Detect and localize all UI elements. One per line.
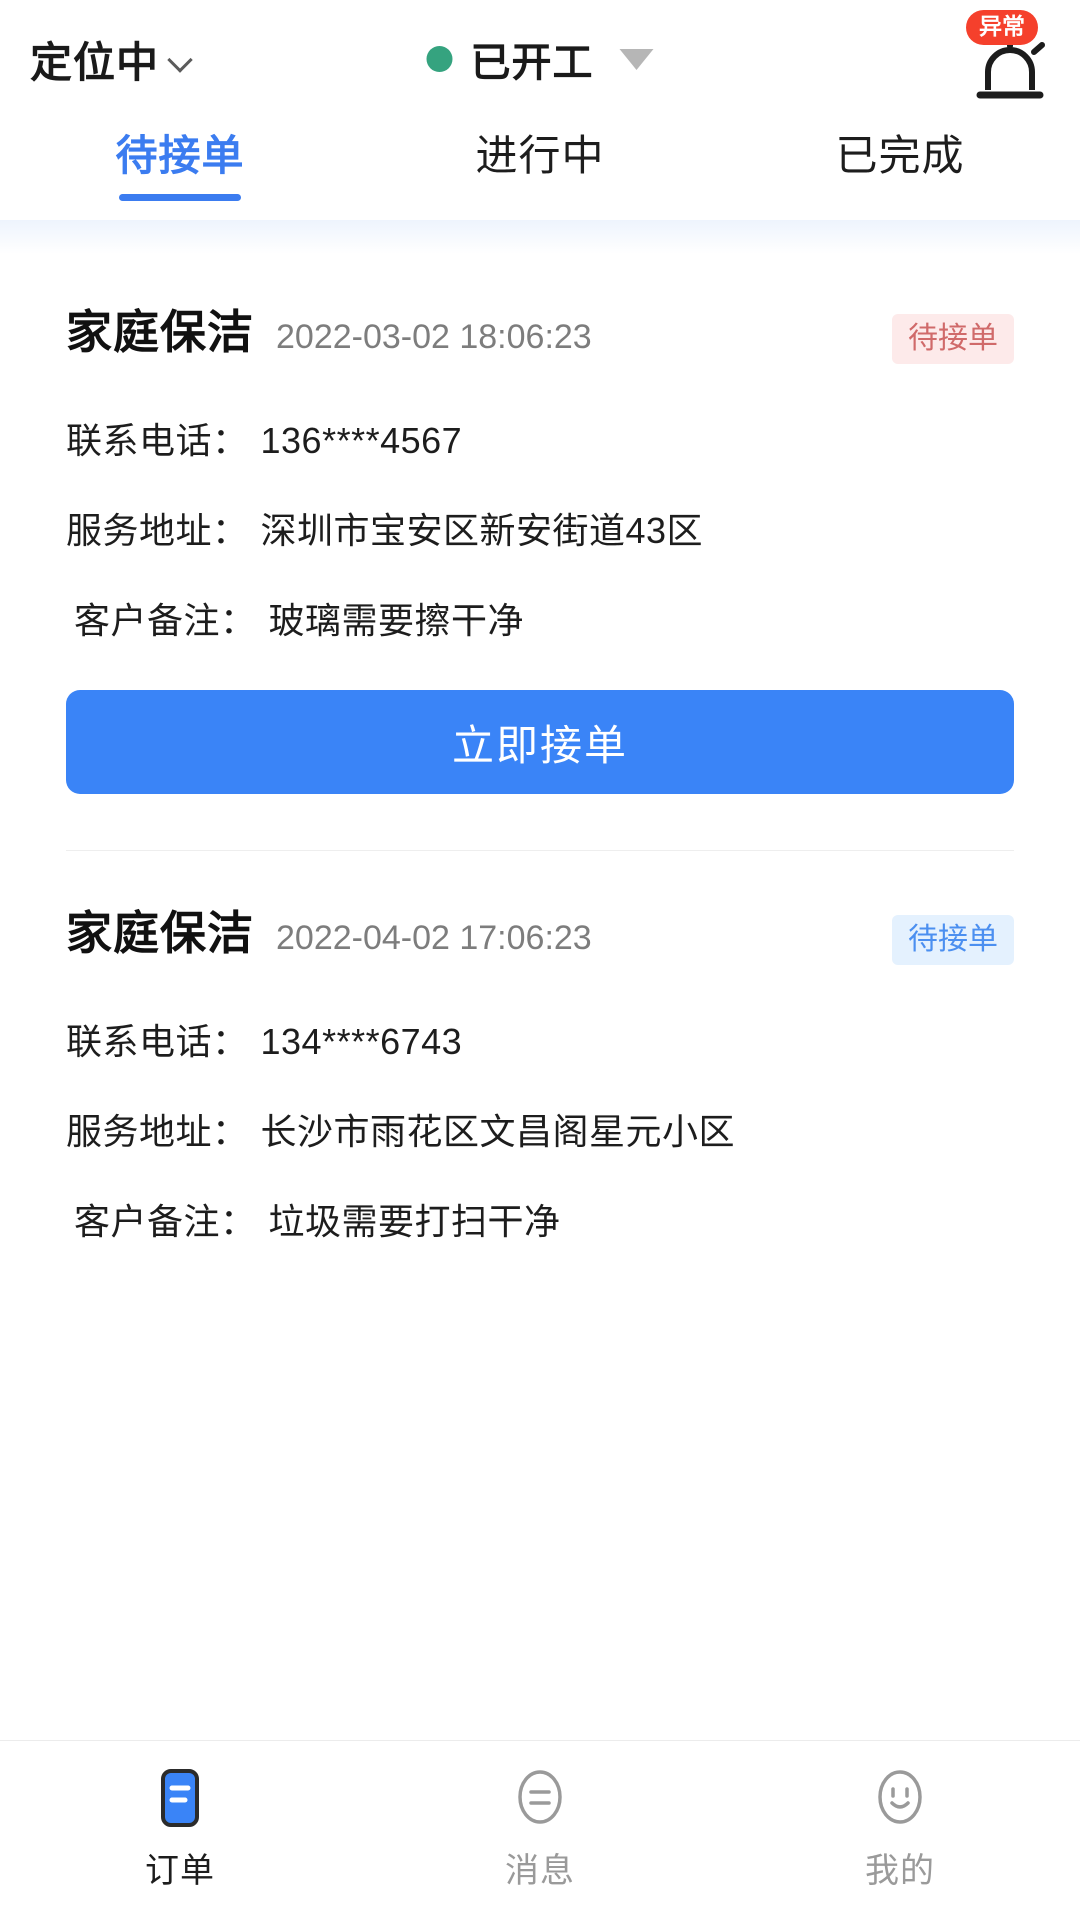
- order-phone-label: 联系电话：: [66, 1021, 249, 1062]
- order-time: 2022-04-02 17:06:23: [276, 919, 592, 957]
- nav-label-orders: 订单: [145, 1852, 215, 1890]
- location-label: 定位中: [30, 38, 160, 86]
- order-card-header: 家庭保洁 2022-04-02 17:06:23 待接单: [66, 897, 1014, 965]
- order-address-label: 服务地址：: [66, 510, 249, 551]
- location-selector[interactable]: 定位中: [30, 29, 193, 90]
- order-remark-value: 玻璃需要擦干净: [268, 600, 525, 641]
- nav-label-messages: 消息: [505, 1852, 575, 1890]
- nav-item-profile[interactable]: 我的: [720, 1767, 1080, 1892]
- order-phone-label: 联系电话：: [66, 420, 249, 461]
- order-remark-label: 客户备注：: [74, 1201, 257, 1242]
- status-badge: 异常: [966, 10, 1038, 45]
- order-remark-value: 垃圾需要打扫干净: [268, 1201, 561, 1242]
- work-status-selector[interactable]: 已开工: [426, 30, 654, 88]
- message-bubble-icon: [518, 1770, 562, 1824]
- order-phone-value: 134****6743: [260, 1021, 463, 1062]
- order-address-row: 服务地址： 长沙市雨花区文昌阁星元小区: [66, 1103, 1014, 1155]
- order-phone-row: 联系电话： 134****6743: [66, 1013, 1014, 1065]
- order-card[interactable]: 家庭保洁 2022-03-02 18:06:23 待接单 联系电话： 136**…: [0, 262, 1080, 851]
- order-title: 家庭保洁: [66, 907, 254, 959]
- order-status-badge: 待接单: [892, 314, 1014, 364]
- order-tabs: 待接单 进行中 已完成: [0, 118, 1080, 220]
- order-status-badge: 待接单: [892, 915, 1014, 965]
- order-phone-value: 136****4567: [260, 420, 463, 461]
- status-dot-icon: [426, 46, 453, 72]
- order-card-header: 家庭保洁 2022-03-02 18:06:23 待接单: [66, 296, 1014, 364]
- tab-completed[interactable]: 已完成: [720, 118, 1080, 183]
- app-header: 定位中 已开工 异常: [0, 0, 1080, 118]
- order-title: 家庭保洁: [66, 306, 254, 358]
- app-screen: 定位中 已开工 异常 待接单 进行中 已完成 家庭保洁 2022-03-02 1…: [0, 0, 1080, 1920]
- order-card[interactable]: 家庭保洁 2022-04-02 17:06:23 待接单 联系电话： 134**…: [0, 851, 1080, 1245]
- order-document-icon: [161, 1769, 199, 1827]
- order-time: 2022-03-02 18:06:23: [276, 318, 592, 356]
- order-phone-row: 联系电话： 136****4567: [66, 412, 1014, 464]
- chevron-down-icon: [169, 49, 193, 73]
- smiley-face-icon: [878, 1770, 922, 1824]
- work-status-label: 已开工: [470, 41, 594, 85]
- bottom-navigation: 订单 消息 我的: [0, 1740, 1080, 1920]
- order-remark-row: 客户备注： 玻璃需要擦干净: [66, 592, 1014, 644]
- nav-label-profile: 我的: [865, 1852, 935, 1890]
- tab-pending[interactable]: 待接单: [0, 118, 360, 183]
- alarm-button[interactable]: 异常: [966, 10, 1046, 102]
- order-address-value: 长沙市雨花区文昌阁星元小区: [260, 1111, 736, 1152]
- order-address-row: 服务地址： 深圳市宝安区新安街道43区: [66, 502, 1014, 554]
- order-address-value: 深圳市宝安区新安街道43区: [260, 510, 704, 551]
- order-address-label: 服务地址：: [66, 1111, 249, 1152]
- tabs-shadow: [0, 220, 1080, 254]
- caret-down-icon: [619, 48, 654, 70]
- nav-item-orders[interactable]: 订单: [0, 1767, 360, 1892]
- accept-order-button[interactable]: 立即接单: [66, 690, 1014, 794]
- order-list[interactable]: 家庭保洁 2022-03-02 18:06:23 待接单 联系电话： 136**…: [0, 254, 1080, 1740]
- tab-in-progress[interactable]: 进行中: [360, 118, 720, 183]
- nav-item-messages[interactable]: 消息: [360, 1767, 720, 1892]
- order-remark-label: 客户备注：: [74, 600, 257, 641]
- order-remark-row: 客户备注： 垃圾需要打扫干净: [66, 1193, 1014, 1245]
